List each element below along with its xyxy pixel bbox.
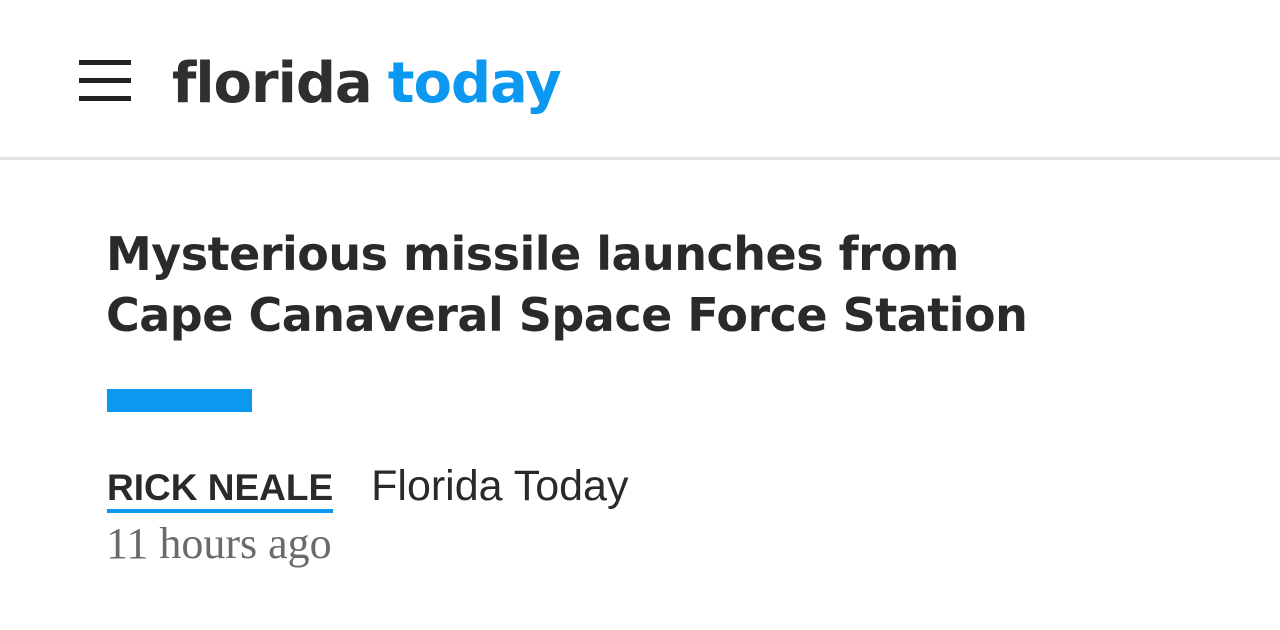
site-header: florida today — [0, 0, 1280, 160]
menu-icon-bar — [79, 60, 131, 65]
article-timestamp: 11 hours ago — [106, 519, 332, 568]
headline-line-2: Cape Canaveral Space Force Station — [106, 288, 1028, 342]
site-logo[interactable]: florida today — [172, 44, 562, 124]
author-link[interactable]: RICK NEALE — [107, 467, 334, 513]
logo-word-today: today — [387, 51, 562, 116]
article-headline: Mysterious missile launches from Cape Ca… — [106, 224, 1106, 346]
headline-line-1: Mysterious missile launches from — [106, 227, 959, 281]
logo-word-florida: florida — [172, 51, 373, 116]
hamburger-menu-icon[interactable] — [79, 60, 131, 104]
menu-icon-bar — [79, 96, 131, 101]
headline-accent-bar — [107, 389, 252, 412]
byline: RICK NEALE Florida Today — [107, 462, 628, 518]
menu-icon-bar — [79, 78, 131, 83]
publication-name: Florida Today — [371, 462, 629, 510]
